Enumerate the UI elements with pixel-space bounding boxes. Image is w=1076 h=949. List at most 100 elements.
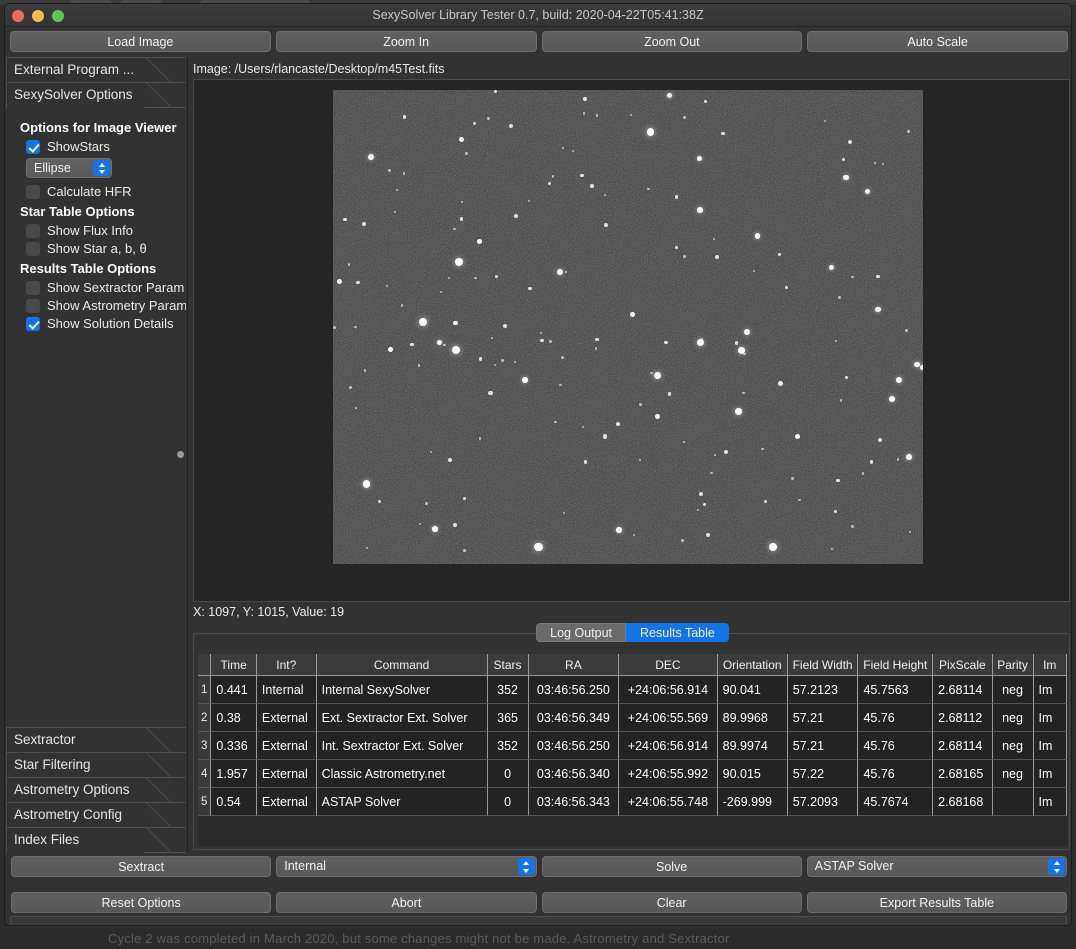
- cell-stars[interactable]: 0: [487, 760, 529, 788]
- table-row[interactable]: 3 0.336 External Int. Sextractor Ext. Solve…: [198, 732, 1067, 760]
- zoom-in-button[interactable]: Zoom In: [275, 31, 537, 52]
- table-row[interactable]: 2 0.38 External Ext. Sextractor Ext. Solver…: [198, 704, 1067, 732]
- cell-dec[interactable]: +24:06:55.569: [619, 704, 718, 732]
- cell-field-width[interactable]: 57.21: [787, 704, 859, 732]
- col-header-command[interactable]: Command: [316, 654, 488, 676]
- section-astrometry-options[interactable]: Astrometry Options: [6, 777, 186, 803]
- cell-command[interactable]: ASTAP Solver: [316, 788, 488, 816]
- cell-field-width[interactable]: 57.2123: [787, 676, 859, 704]
- cell-im[interactable]: Im: [1033, 676, 1067, 704]
- cell-parity[interactable]: neg: [992, 760, 1034, 788]
- checkbox-row-show-solution-details[interactable]: Show Solution Details: [26, 316, 186, 331]
- cell-command[interactable]: Internal SexySolver: [316, 676, 488, 704]
- sidebar-splitter[interactable]: [187, 57, 188, 852]
- cell-int[interactable]: External: [256, 704, 317, 732]
- cell-command[interactable]: Classic Astrometry.net: [316, 760, 488, 788]
- cell-ra[interactable]: 03:46:56.340: [528, 760, 620, 788]
- sextractor-profile-combo[interactable]: Internal: [276, 856, 537, 877]
- checkbox-row-show-astrometry-params[interactable]: Show Astrometry Param: [26, 298, 186, 313]
- cell-command[interactable]: Int. Sextractor Ext. Solver: [316, 732, 488, 760]
- cell-stars[interactable]: 0: [487, 788, 529, 816]
- cell-parity[interactable]: neg: [992, 676, 1034, 704]
- cell-im[interactable]: Im: [1033, 704, 1067, 732]
- cell-field-width[interactable]: 57.2093: [787, 788, 859, 816]
- section-index-files[interactable]: Index Files: [6, 827, 186, 853]
- checkbox-row-show-sextractor-params[interactable]: Show Sextractor Param: [26, 280, 186, 295]
- cell-time[interactable]: 0.54: [211, 788, 257, 816]
- cell-im[interactable]: Im: [1033, 760, 1067, 788]
- splitter-handle-left[interactable]: [177, 451, 184, 458]
- export-results-table-button[interactable]: Export Results Table: [806, 892, 1067, 913]
- auto-scale-button[interactable]: Auto Scale: [807, 31, 1068, 52]
- section-astrometry-config[interactable]: Astrometry Config: [6, 802, 186, 828]
- cell-time[interactable]: 0.336: [211, 732, 257, 760]
- col-header-field-width[interactable]: Field Width: [787, 654, 859, 676]
- section-sexysolver-options[interactable]: SexySolver Options: [6, 82, 186, 108]
- cell-field-height[interactable]: 45.76: [858, 760, 934, 788]
- cell-pixscale[interactable]: 2.68168: [933, 788, 993, 816]
- table-row[interactable]: 4 1.957 External Classic Astrometry.net 0 03:…: [198, 760, 1067, 788]
- checkbox-show-star-abtheta[interactable]: [26, 241, 40, 256]
- checkbox-row-show-flux-info[interactable]: Show Flux Info: [26, 223, 186, 238]
- checkbox-showstars[interactable]: [26, 139, 40, 154]
- col-header-time[interactable]: Time: [211, 654, 257, 676]
- cell-time[interactable]: 1.957: [211, 760, 257, 788]
- col-header-stars[interactable]: Stars: [487, 654, 529, 676]
- cell-dec[interactable]: +24:06:56.914: [619, 676, 718, 704]
- cell-orientation[interactable]: 90.041: [717, 676, 788, 704]
- cell-stars[interactable]: 365: [487, 704, 529, 732]
- cell-im[interactable]: Im: [1033, 732, 1067, 760]
- load-image-button[interactable]: Load Image: [10, 31, 271, 52]
- cell-time[interactable]: 0.441: [211, 676, 257, 704]
- table-row[interactable]: 5 0.54 External ASTAP Solver 0 03:46:56.343 +2…: [198, 788, 1067, 816]
- cell-parity[interactable]: neg: [992, 732, 1034, 760]
- cell-field-width[interactable]: 57.21: [787, 732, 859, 760]
- cell-field-width[interactable]: 57.22: [787, 760, 859, 788]
- section-sextractor[interactable]: Sextractor: [6, 727, 186, 753]
- cell-pixscale[interactable]: 2.68114: [933, 676, 993, 704]
- chevron-updown-icon[interactable]: [93, 160, 110, 176]
- cell-stars[interactable]: 352: [487, 676, 529, 704]
- star-shape-combo[interactable]: Ellipse: [26, 158, 112, 178]
- cell-parity[interactable]: neg: [992, 704, 1034, 732]
- checkbox-row-show-star-abtheta[interactable]: Show Star a, b, θ: [26, 241, 186, 256]
- cell-time[interactable]: 0.38: [211, 704, 257, 732]
- cell-im[interactable]: Im: [1033, 788, 1067, 816]
- checkbox-show-flux-info[interactable]: [26, 223, 40, 238]
- cell-orientation[interactable]: -269.999: [717, 788, 788, 816]
- checkbox-row-showstars[interactable]: ShowStars: [26, 139, 186, 154]
- cell-dec[interactable]: +24:06:55.748: [619, 788, 718, 816]
- cell-pixscale[interactable]: 2.68114: [933, 732, 993, 760]
- section-external-program[interactable]: External Program ...: [6, 57, 186, 83]
- abort-button[interactable]: Abort: [276, 892, 537, 913]
- section-star-filtering[interactable]: Star Filtering: [6, 752, 186, 778]
- checkbox-show-sextractor-params[interactable]: [26, 280, 40, 295]
- cell-field-height[interactable]: 45.76: [858, 704, 934, 732]
- checkbox-show-solution-details[interactable]: [26, 316, 40, 331]
- cell-ra[interactable]: 03:46:56.250: [528, 732, 620, 760]
- col-header-field-height[interactable]: Field Height: [858, 654, 934, 676]
- tab-log-output[interactable]: Log Output: [536, 623, 627, 642]
- clear-button[interactable]: Clear: [541, 892, 802, 913]
- reset-options-button[interactable]: Reset Options: [11, 892, 272, 913]
- cell-stars[interactable]: 352: [487, 732, 529, 760]
- cell-parity[interactable]: [992, 788, 1034, 816]
- checkbox-row-calculate-hfr[interactable]: Calculate HFR: [26, 184, 186, 199]
- cell-ra[interactable]: 03:46:56.349: [528, 704, 620, 732]
- cell-field-height[interactable]: 45.7674: [858, 788, 934, 816]
- cell-ra[interactable]: 03:46:56.250: [528, 676, 620, 704]
- checkbox-calculate-hfr[interactable]: [26, 184, 40, 199]
- cell-int[interactable]: External: [256, 732, 317, 760]
- col-header-int[interactable]: Int?: [256, 654, 317, 676]
- cell-command[interactable]: Ext. Sextractor Ext. Solver: [316, 704, 488, 732]
- image-viewer[interactable]: [193, 79, 1070, 602]
- cell-field-height[interactable]: 45.7563: [858, 676, 934, 704]
- fits-star-field[interactable]: [333, 90, 923, 564]
- chevron-updown-icon[interactable]: [1048, 858, 1065, 875]
- cell-ra[interactable]: 03:46:56.343: [528, 788, 620, 816]
- col-header-orientation[interactable]: Orientation: [717, 654, 788, 676]
- cell-int[interactable]: External: [256, 760, 317, 788]
- table-row[interactable]: 1 0.441 Internal Internal SexySolver 352 03:4…: [198, 676, 1067, 704]
- zoom-out-button[interactable]: Zoom Out: [541, 31, 803, 52]
- cell-pixscale[interactable]: 2.68112: [933, 704, 993, 732]
